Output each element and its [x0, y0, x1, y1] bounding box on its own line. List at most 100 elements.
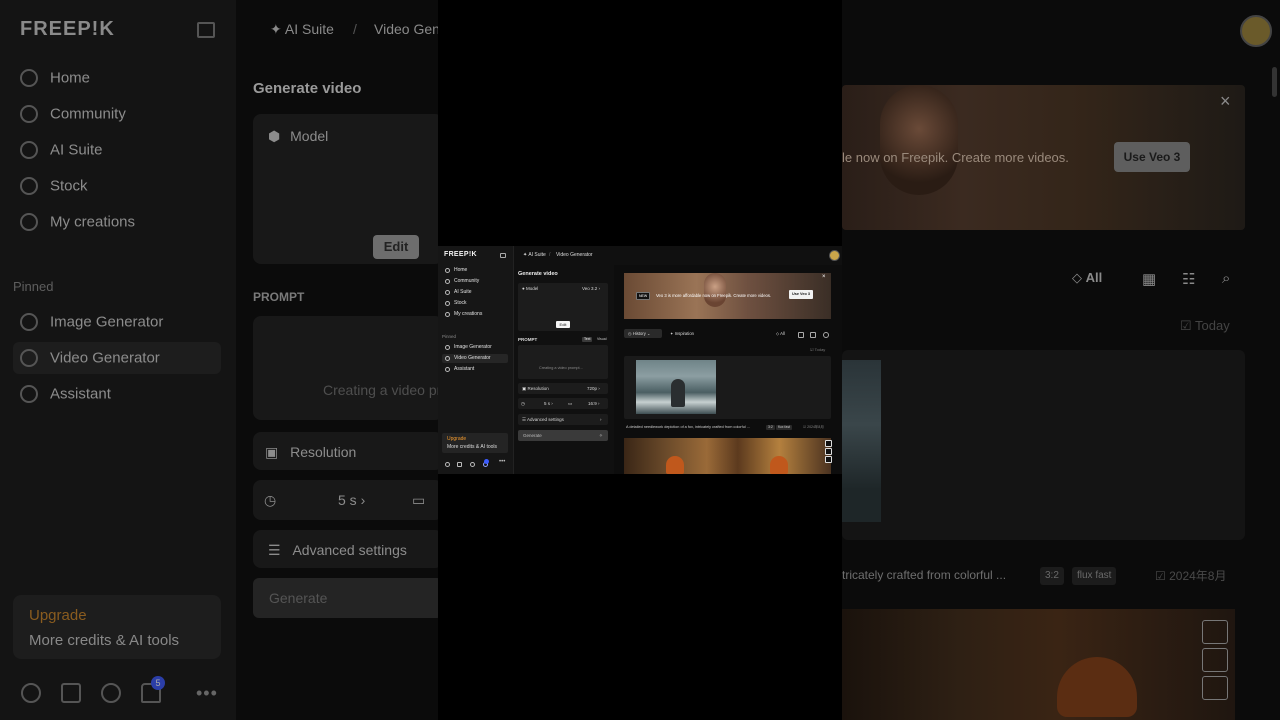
folder-add-icon[interactable] [825, 448, 832, 455]
bg-breadcrumb-root: ✦ AI Suite [270, 21, 334, 37]
bg-prompt-placeholder: Creating a video pro [323, 382, 450, 398]
sidebar-item-community[interactable]: Community [445, 278, 479, 286]
bg-discord-icon [61, 683, 81, 703]
bg-resolution-text: Resolution [290, 444, 357, 460]
bg-breadcrumb-current: Video Gene [374, 21, 448, 37]
inspiration-label: Inspiration [674, 331, 695, 336]
bg-prompt-card [253, 316, 443, 420]
sidebar-item-home[interactable]: Home [445, 267, 467, 275]
prompt-input[interactable] [518, 345, 608, 379]
bg-nav-label: Community [50, 105, 126, 123]
bg-banner-person [880, 85, 958, 195]
sidebar-item-video-generator[interactable]: Video Generator [445, 355, 491, 363]
aspect-ratio-value: 16:9 [588, 401, 597, 406]
more-icon[interactable]: ••• [499, 459, 505, 465]
sidebar-item-ai-suite[interactable]: AI Suite [445, 289, 472, 297]
item-description: A detailed needlework depiction of a fox… [626, 425, 750, 429]
globe-icon [20, 105, 38, 123]
clock-icon: ◷ [521, 401, 525, 406]
bg-upgrade-subtitle: More credits & AI tools [29, 632, 180, 649]
bg-nav-label: Home [50, 69, 91, 87]
moon-icon[interactable] [470, 462, 475, 467]
bg-logo: FREEP!K [20, 18, 115, 40]
tab-text[interactable]: Text [582, 337, 593, 342]
bg-nav-home: Home [20, 69, 90, 87]
logo[interactable]: FREEP!K [444, 251, 477, 258]
bg-breadcrumb-sep: / [353, 21, 357, 37]
date-tag: ☑ 2024年8月 [803, 425, 824, 429]
bg-folder-add-icon [1202, 648, 1228, 672]
duration-selector[interactable]: 5 s › [544, 401, 553, 406]
generate-button[interactable]: Generate [518, 430, 608, 441]
bg-banner: le now on Freepik. Create more videos. U… [842, 85, 1245, 230]
search-icon [445, 300, 450, 306]
bg-aspect-icon: ▭ [412, 492, 426, 508]
model-label: Model [525, 286, 539, 291]
notification-badge [484, 459, 489, 464]
chat-icon [20, 385, 38, 403]
bg-nav-assistant: Assistant [20, 385, 111, 403]
edit-button[interactable]: Edit [556, 321, 570, 328]
sparkle-icon [20, 141, 38, 159]
help-icon[interactable] [445, 462, 450, 467]
model-tag: flux fast [776, 425, 793, 430]
sliders-icon[interactable] [810, 332, 816, 338]
inspiration-tab[interactable]: ✦ Inspiration [670, 331, 694, 336]
sidebar-item-stock[interactable]: Stock [445, 300, 467, 308]
grid-view-icon[interactable] [798, 332, 804, 338]
bg-pinned-label: Pinned [13, 279, 54, 294]
bg-use-veo-button: Use Veo 3 [1114, 142, 1190, 172]
bg-model-tag: flux fast [1072, 567, 1117, 585]
tab-visual[interactable]: Visual [595, 337, 608, 342]
sidebar-item-label: Video Generator [454, 355, 491, 361]
fox-image-left [666, 456, 684, 474]
search-icon[interactable] [823, 332, 829, 338]
promo-banner[interactable]: NEW Veo 3 is more affordable now on Free… [624, 273, 831, 319]
discord-icon[interactable] [457, 462, 462, 467]
bg-today-text: Today [1195, 318, 1230, 333]
duration-value: 5 s [544, 401, 551, 406]
video-thumbnail[interactable] [636, 360, 716, 414]
download-icon[interactable] [825, 456, 832, 463]
bg-nav-image-gen: Image Generator [20, 313, 163, 331]
prompt-placeholder: Creating a video prompt... [539, 366, 583, 370]
more-vert-icon[interactable] [825, 440, 832, 447]
breadcrumb-root[interactable]: ✦ AI Suite [523, 252, 546, 258]
bg-fox-image [1057, 657, 1137, 717]
folder-icon [20, 213, 38, 231]
bg-item-description: tricately crafted from colorful ... [842, 568, 1007, 582]
breadcrumb-separator: / [549, 252, 551, 258]
advanced-settings-label: ☰ Advanced settings [522, 417, 564, 422]
today-filter[interactable]: ☑ Today [810, 347, 825, 352]
generate-sparkle-icon: ✧ [599, 433, 603, 438]
fox-image-card[interactable] [624, 438, 832, 474]
model-value[interactable]: Veo 3.2 › [582, 286, 600, 291]
upgrade-card[interactable]: Upgrade More credits & AI tools [442, 433, 508, 453]
banner-close-icon[interactable]: × [822, 274, 826, 280]
bg-duration-value: 5 s › [338, 492, 366, 508]
bg-model-label-text: Model [290, 128, 329, 144]
avatar[interactable] [829, 250, 840, 261]
bg-nav-ai-suite: AI Suite [20, 141, 103, 159]
bg-video-card [842, 350, 1245, 540]
new-badge: NEW [636, 292, 651, 300]
chevron-right-icon: › [600, 417, 602, 422]
home-icon [445, 267, 450, 273]
prompt-label: PROMPT [518, 337, 538, 342]
sidebar-item-label: Home [454, 267, 468, 273]
filter-all[interactable]: ◇ All [776, 331, 785, 336]
sidebar-item-my-creations[interactable]: My creations [445, 311, 482, 319]
bg-prompt-label: PROMPT [253, 290, 305, 304]
bg-duration-text: 5 s [338, 492, 357, 508]
resolution-value-text: 720p [587, 386, 598, 391]
bg-notification-badge: 5 [151, 676, 165, 690]
bg-banner-text: le now on Freepik. Create more videos. [842, 150, 1069, 165]
sidebar-item-assistant[interactable]: Assistant [445, 366, 474, 374]
sidebar-item-image-generator[interactable]: Image Generator [445, 344, 492, 352]
sidebar-collapse-icon[interactable] [500, 253, 506, 258]
use-veo-button[interactable]: Use Veo 3 [789, 290, 813, 299]
aspect-ratio-selector[interactable]: 16:9 › [588, 401, 600, 406]
bg-nav-label: Video Generator [50, 349, 160, 367]
bg-nav-label: Image Generator [50, 313, 164, 331]
model-selector[interactable]: ● Model [522, 286, 538, 291]
